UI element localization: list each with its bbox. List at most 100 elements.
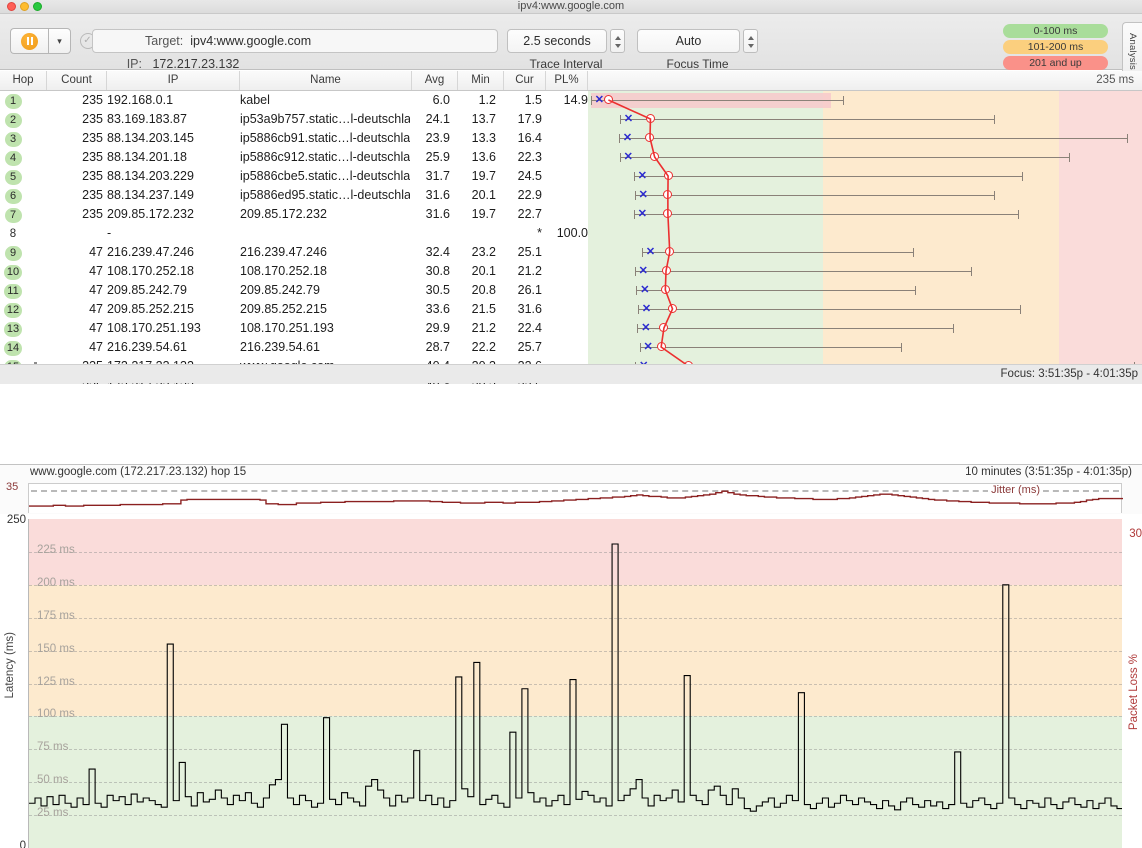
jitter-axis-top-value: 35 <box>6 481 19 493</box>
hop-ip: 108.170.251.193 <box>107 321 201 335</box>
focus-time-stepper[interactable] <box>743 29 758 53</box>
hop-min: 20.1 <box>471 188 496 202</box>
table-row[interactable]: 13 47 108.170.251.193 108.170.251.193 29.9 21… <box>0 319 588 338</box>
table-row[interactable]: 2 235 83.169.183.87 ip53a9b757.static…l-deu… <box>0 110 588 129</box>
hop-min: 22.2 <box>471 340 496 354</box>
hop-number: 7 <box>2 205 24 224</box>
hop-number: 8 <box>2 224 24 243</box>
hop-cur: 22.4 <box>517 321 542 335</box>
hop-min <box>458 224 496 243</box>
hop-min: 13.7 <box>471 112 496 126</box>
column-header-hop[interactable]: Hop <box>0 71 47 90</box>
table-row[interactable]: 8 - * 100.0 <box>0 224 588 243</box>
focus-time-value[interactable]: Auto <box>637 29 740 53</box>
hop-count: 235 <box>82 131 103 145</box>
table-row[interactable]: 12 47 209.85.252.215 209.85.252.215 33.6 21.5… <box>0 300 588 319</box>
hop-min: 21.2 <box>471 321 496 335</box>
hop-name: ip53a9b757.static…l-deutschland.de <box>240 112 410 126</box>
hop-cur: 25.7 <box>517 340 542 354</box>
table-row[interactable]: 14 47 216.239.54.61 216.239.54.61 28.7 22.2 25… <box>0 338 588 357</box>
trace-interval-value[interactable]: 2.5 seconds <box>507 29 607 53</box>
hop-avg: 28.7 <box>425 340 450 354</box>
column-header-min[interactable]: Min <box>458 71 504 90</box>
hop-count: 235 <box>82 112 103 126</box>
hop-cur: 1.5 <box>524 93 542 107</box>
hop-min: 1.2 <box>478 93 496 107</box>
hop-packet-loss <box>546 148 588 167</box>
hop-timeout-marker: * <box>537 226 542 240</box>
hop-count: 47 <box>89 321 103 335</box>
table-row[interactable]: 1 235 192.168.0.1 kabel 6.0 1.2 1.5 14.9 <box>0 91 588 110</box>
hop-name: 209.85.172.232 <box>240 207 327 221</box>
hop-ip: 209.85.172.232 <box>107 207 194 221</box>
column-header-name[interactable]: Name <box>240 71 412 90</box>
hop-name: ip5886ed95.static…l-deutschland.de <box>240 188 410 202</box>
hop-avg: 30.5 <box>425 283 450 297</box>
hop-avg: 31.7 <box>425 169 450 183</box>
table-row[interactable]: 9 47 216.239.47.246 216.239.47.246 32.4 23.2 2… <box>0 243 588 262</box>
table-row[interactable]: 7 235 209.85.172.232 209.85.172.232 31.6 19.7… <box>0 205 588 224</box>
trace-interval-stepper[interactable] <box>610 29 625 53</box>
table-row[interactable]: 11 47 209.85.242.79 209.85.242.79 30.5 20.8 26… <box>0 281 588 300</box>
trace-interval-control: 2.5 seconds Trace Interval <box>507 29 625 71</box>
hopchart-average-path <box>608 99 687 364</box>
hopchart-scale-label: 235 ms <box>1096 74 1134 86</box>
jitter-plot[interactable]: Jitter (ms) <box>28 483 1123 513</box>
hop-ip: 192.168.0.1 <box>107 93 174 107</box>
target-input[interactable]: Target: ipv4:www.google.com <box>92 29 498 53</box>
hop-avg: 31.6 <box>425 207 450 221</box>
latency-plot[interactable]: 225 ms 200 ms 175 ms 150 ms 125 ms 100 ms 75 m… <box>28 519 1122 848</box>
column-header-ip[interactable]: IP <box>107 71 240 90</box>
table-row[interactable]: 4 235 88.134.201.18 ip5886c912.static…l-deu… <box>0 148 588 167</box>
hop-min: 13.3 <box>471 131 496 145</box>
column-header-pl[interactable]: PL% <box>546 71 588 90</box>
app-window: ipv4:www.google.com ▾ ✓ Target: ipv4:www… <box>0 0 1142 848</box>
column-header-count[interactable]: Count <box>47 71 107 90</box>
legend-item-red: 201 and up <box>1003 56 1108 70</box>
hop-name: 209.85.242.79 <box>240 283 320 297</box>
hop-ip: 88.134.203.145 <box>107 131 194 145</box>
hop-number: 11 <box>2 281 24 300</box>
hop-min: 13.6 <box>471 150 496 164</box>
hop-number-badge: 5 <box>4 170 22 185</box>
hop-avg: 33.6 <box>425 302 450 316</box>
hop-packet-loss <box>546 243 588 262</box>
packet-loss-axis-top-value: 30 <box>1129 528 1142 540</box>
ip-label: IP: <box>126 57 142 71</box>
hop-packet-loss <box>546 300 588 319</box>
column-header-avg[interactable]: Avg <box>412 71 458 90</box>
hop-min: 19.7 <box>471 169 496 183</box>
hop-latency-chart: ✕✕✕✕✕✕✕✕✕✕✕✕✕✕ <box>588 91 1142 364</box>
hop-ip: 108.170.252.18 <box>107 264 194 278</box>
hop-number-badge: 3 <box>4 132 22 147</box>
hop-ip: 83.169.183.87 <box>107 112 187 126</box>
hop-count: 47 <box>89 340 103 354</box>
hop-number: 6 <box>2 186 24 205</box>
hop-packet-loss: 14.9 <box>563 93 588 107</box>
hop-number: 4 <box>2 148 24 167</box>
pause-button[interactable] <box>10 28 48 54</box>
hop-avg: 25.9 <box>425 150 450 164</box>
analysis-side-tab-label: Analysis <box>1127 32 1138 70</box>
hop-ip: 216.239.54.61 <box>107 340 187 354</box>
table-row[interactable]: 5 235 88.134.203.229 ip5886cbe5.static…l-de… <box>0 167 588 186</box>
hop-count: 235 <box>82 169 103 183</box>
table-row[interactable]: 6 235 88.134.237.149 ip5886ed95.static…l-de… <box>0 186 588 205</box>
hop-number: 14 <box>2 338 24 357</box>
hop-min: 23.2 <box>471 245 496 259</box>
hop-packet-loss <box>546 262 588 281</box>
hop-number-badge: 4 <box>4 151 22 166</box>
hop-avg: 29.9 <box>425 321 450 335</box>
table-row[interactable]: 3 235 88.134.203.145 ip5886cb91.static…l-de… <box>0 129 588 148</box>
hop-number-badge: 7 <box>4 208 22 223</box>
ip-value: 172.217.23.132 <box>152 57 240 71</box>
hop-min: 21.5 <box>471 302 496 316</box>
jitter-series-line <box>29 490 1123 507</box>
column-header-cur[interactable]: Cur <box>504 71 546 90</box>
packet-loss-axis-title: Packet Loss % <box>1128 654 1140 731</box>
transport-dropdown-button[interactable]: ▾ <box>48 28 71 54</box>
hop-name: kabel <box>240 93 270 107</box>
table-row[interactable]: 10 47 108.170.252.18 108.170.252.18 30.8 20.1… <box>0 262 588 281</box>
hop-count <box>47 224 103 243</box>
trace-interval-caption: Trace Interval <box>529 57 603 71</box>
